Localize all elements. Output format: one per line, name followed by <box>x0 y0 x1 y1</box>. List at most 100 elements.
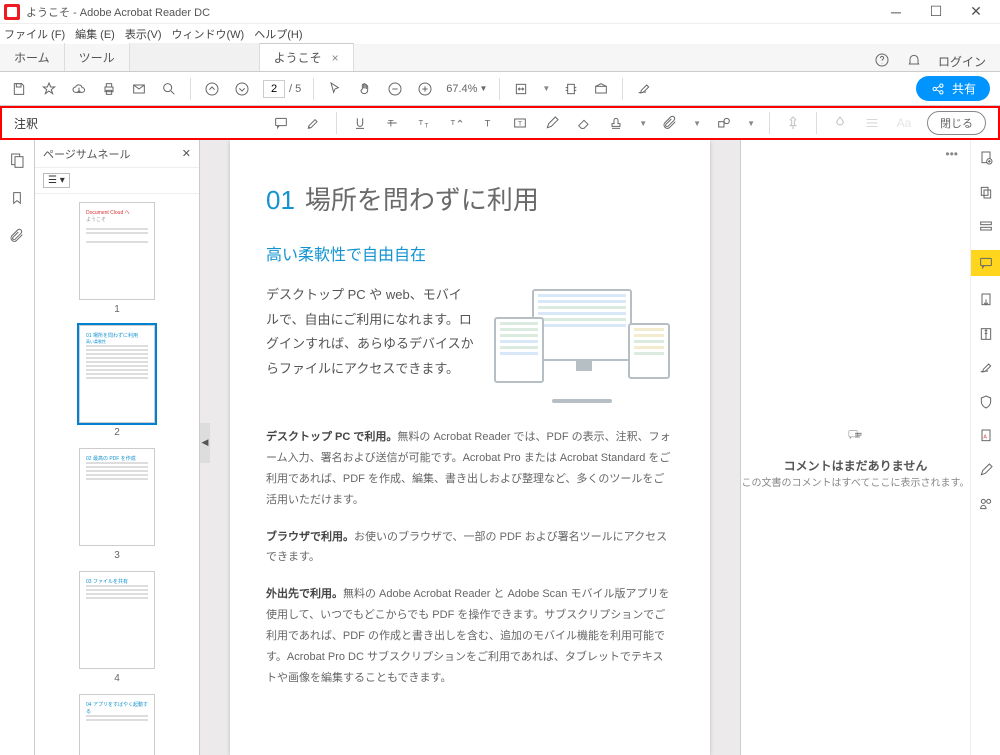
svg-text:T: T <box>485 118 491 128</box>
doc-para-1: デスクトップ PC で利用。無料の Acrobat Reader では、PDF … <box>266 427 674 511</box>
tab-row: ホーム ツール · ようこそ × ログイン <box>0 44 1000 72</box>
save-icon[interactable] <box>10 80 28 98</box>
doc-heading: 01場所を問わずに利用 <box>266 180 674 217</box>
zoom-in-icon[interactable] <box>416 80 434 98</box>
thumbnail-panel-close-icon[interactable]: ✕ <box>182 147 191 160</box>
text-replace-icon[interactable]: TT <box>415 114 433 132</box>
menu-window[interactable]: ウィンドウ(W) <box>172 26 245 42</box>
sign-icon[interactable] <box>635 80 653 98</box>
read-mode-icon[interactable] <box>592 80 610 98</box>
rtool-comment-icon[interactable] <box>971 250 1000 276</box>
login-link[interactable]: ログイン <box>938 53 986 70</box>
annotation-label: 注釈 <box>14 115 38 132</box>
attachments-icon[interactable] <box>7 226 27 246</box>
workspace: ページサムネール ✕ ☰ ▾ Document Cloud へようこそ1 01 … <box>0 140 1000 755</box>
svg-text:T: T <box>419 118 424 127</box>
pencil-icon[interactable] <box>543 114 561 132</box>
text-strikethrough-icon[interactable]: T <box>383 114 401 132</box>
thumb-2[interactable]: 01 場所を問わずに利用高い柔軟性2 <box>79 325 155 438</box>
menu-file[interactable]: ファイル (F) <box>4 26 65 42</box>
doc-intro: デスクトップ PC や web、モバイルで、自由にご利用になれます。ログインすれ… <box>266 283 474 403</box>
thumbnail-list: Document Cloud へようこそ1 01 場所を問わずに利用高い柔軟性2… <box>35 194 199 755</box>
rtool-protect-icon[interactable] <box>976 392 996 412</box>
thumbnails-icon[interactable] <box>7 150 27 170</box>
doc-para-2: ブラウザで利用。お使いのブラウザで、一部の PDF および署名ツールにアクセスで… <box>266 527 674 569</box>
close-window-button[interactable]: ✕ <box>956 0 996 24</box>
mail-icon[interactable] <box>130 80 148 98</box>
fit-width-icon[interactable] <box>512 80 530 98</box>
tab-home[interactable]: ホーム <box>0 43 65 71</box>
minimize-button[interactable]: ─ <box>876 0 916 24</box>
page-input[interactable] <box>263 80 285 98</box>
rtool-combine-icon[interactable] <box>976 182 996 202</box>
thumb-3[interactable]: 02 最高の PDF を作成3 <box>79 448 155 561</box>
menu-view[interactable]: 表示(V) <box>125 26 162 42</box>
comments-panel: ••• コメントはまだありません この文書のコメントはすべてここに表示されます。 <box>740 140 970 755</box>
thumbnail-panel: ページサムネール ✕ ☰ ▾ Document Cloud へようこそ1 01 … <box>35 140 200 755</box>
left-nav-rail <box>0 140 35 755</box>
document-view[interactable]: ◀ 01場所を問わずに利用 高い柔軟性で自由自在 デスクトップ PC や web… <box>200 140 740 755</box>
collapse-panel-icon[interactable]: ◀ <box>200 423 210 463</box>
zoom-level[interactable]: 67.4% ▼ <box>446 83 487 95</box>
text-insert-icon[interactable]: T <box>447 114 465 132</box>
tab-document-label: ようこそ <box>274 49 322 66</box>
print-icon[interactable] <box>100 80 118 98</box>
tab-close-icon[interactable]: × <box>332 51 339 65</box>
page-down-icon[interactable] <box>233 80 251 98</box>
menu-edit[interactable]: 編集 (E) <box>75 26 115 42</box>
attach-icon[interactable] <box>661 114 679 132</box>
font-icon[interactable]: Aa <box>895 114 913 132</box>
pointer-icon[interactable] <box>326 80 344 98</box>
textbox-icon[interactable]: T <box>511 114 529 132</box>
window-title: ようこそ - Adobe Acrobat Reader DC <box>26 4 876 20</box>
rtool-organize-icon[interactable] <box>976 290 996 310</box>
rtool-create-icon[interactable] <box>976 148 996 168</box>
title-bar: ようこそ - Adobe Acrobat Reader DC ─ ☐ ✕ <box>0 0 1000 24</box>
stamp-icon[interactable] <box>607 114 625 132</box>
thumbnail-options-icon[interactable]: ☰ ▾ <box>43 173 70 188</box>
share-button[interactable]: 共有 <box>916 76 990 101</box>
tab-tools[interactable]: ツール <box>65 43 130 71</box>
thumb-1[interactable]: Document Cloud へようこそ1 <box>79 202 155 315</box>
text-underline-icon[interactable] <box>351 114 369 132</box>
text-icon[interactable]: T <box>479 114 497 132</box>
color-icon[interactable] <box>831 114 849 132</box>
menu-help[interactable]: ヘルプ(H) <box>254 26 302 42</box>
help-icon[interactable] <box>874 52 890 71</box>
page-up-icon[interactable] <box>203 80 221 98</box>
bell-icon[interactable] <box>906 52 922 71</box>
rtool-edit-icon[interactable] <box>976 216 996 236</box>
tab-document[interactable]: ようこそ × <box>260 43 354 71</box>
fit-page-icon[interactable] <box>562 80 580 98</box>
eraser-icon[interactable] <box>575 114 593 132</box>
maximize-button[interactable]: ☐ <box>916 0 956 24</box>
hand-icon[interactable] <box>356 80 374 98</box>
cloud-icon[interactable] <box>70 80 88 98</box>
annotation-toolbar: 注釈 T TT T T T ▼ ▼ ▼ Aa 閉じる <box>0 106 1000 140</box>
pin-icon[interactable] <box>784 114 802 132</box>
shapes-icon[interactable] <box>715 114 733 132</box>
svg-text:A: A <box>983 435 987 441</box>
app-icon <box>4 4 20 20</box>
rtool-fill-sign-icon[interactable] <box>976 358 996 378</box>
comments-options-icon[interactable]: ••• <box>945 147 958 161</box>
search-icon[interactable] <box>160 80 178 98</box>
tab-blank[interactable]: · <box>130 43 260 71</box>
page-indicator: / 5 <box>263 80 301 98</box>
thumb-5[interactable]: 04 アプリをすばやく起動する5 <box>79 694 155 755</box>
annotation-close-button[interactable]: 閉じる <box>927 111 986 135</box>
menu-bar: ファイル (F) 編集 (E) 表示(V) ウィンドウ(W) ヘルプ(H) <box>0 24 1000 44</box>
svg-text:T: T <box>518 121 522 128</box>
line-weight-icon[interactable] <box>863 114 881 132</box>
bookmark-icon[interactable] <box>7 188 27 208</box>
svg-text:T: T <box>425 124 429 130</box>
rtool-sign-icon[interactable] <box>976 460 996 480</box>
highlight-icon[interactable] <box>304 114 322 132</box>
star-icon[interactable] <box>40 80 58 98</box>
rtool-export-icon[interactable]: A <box>976 426 996 446</box>
comment-icon[interactable] <box>272 114 290 132</box>
thumb-4[interactable]: 03 ファイルを共有4 <box>79 571 155 684</box>
rtool-compress-icon[interactable] <box>976 324 996 344</box>
rtool-more-icon[interactable] <box>976 494 996 514</box>
zoom-out-icon[interactable] <box>386 80 404 98</box>
